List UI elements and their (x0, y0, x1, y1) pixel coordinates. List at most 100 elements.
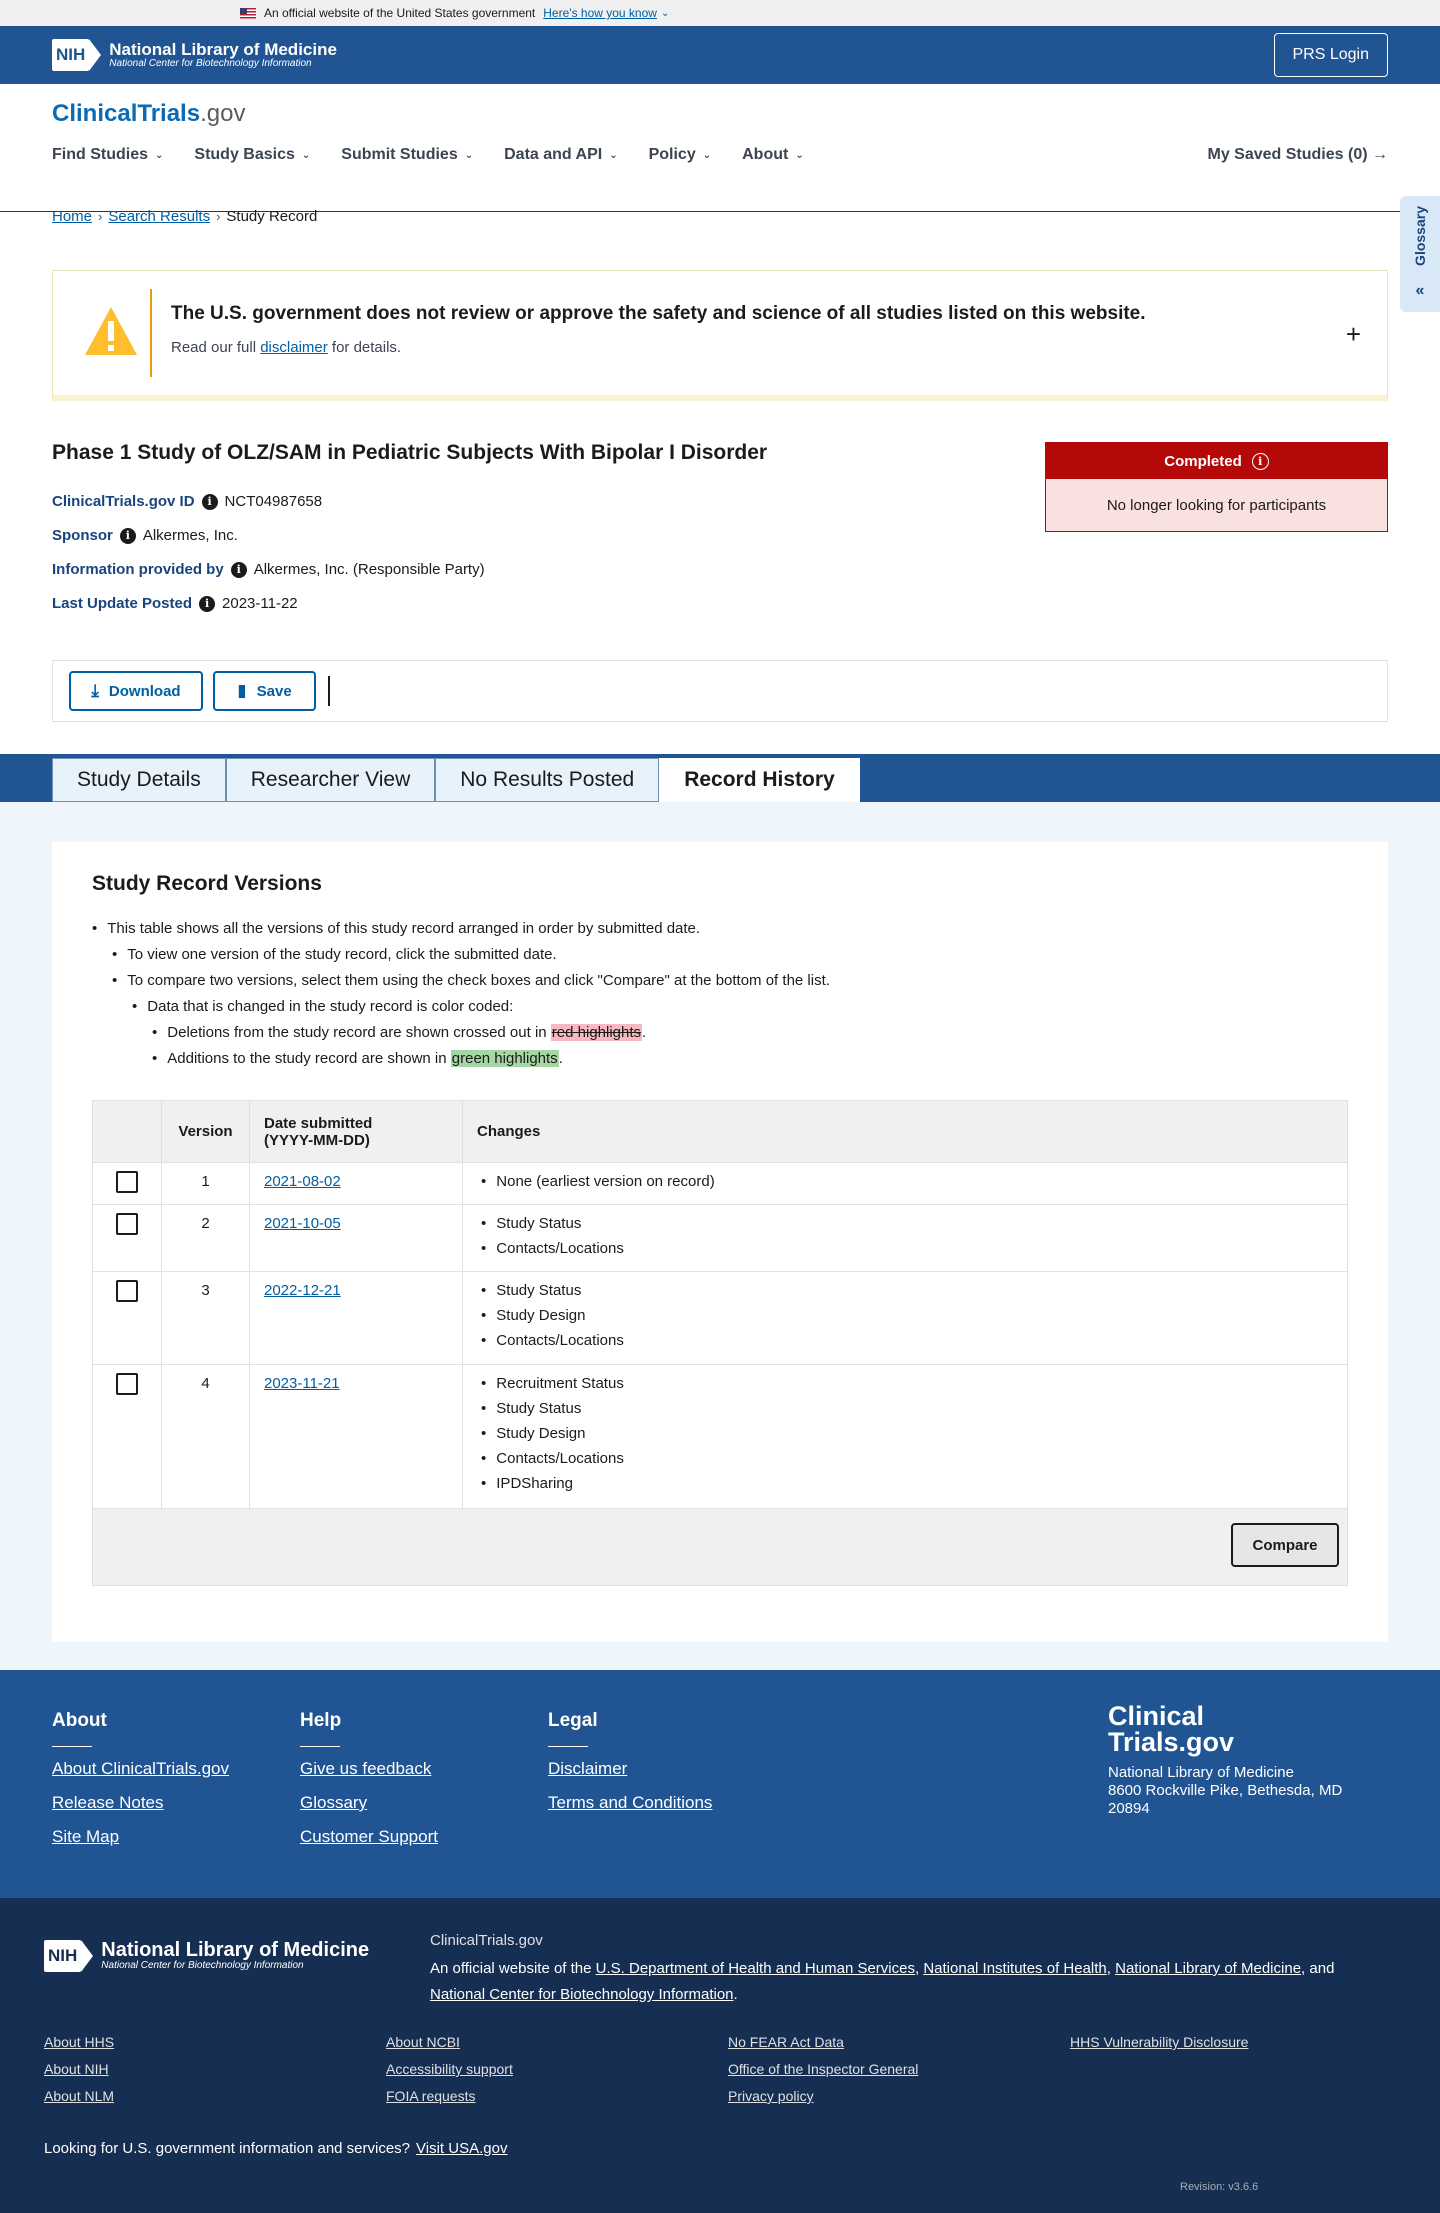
footer2-link[interactable]: About HHS (44, 2034, 114, 2050)
footer2-link[interactable]: About NCBI (386, 2034, 513, 2050)
version-number: 3 (162, 1272, 250, 1364)
footer-link[interactable]: Disclaimer (548, 1759, 712, 1779)
date-cell: 2022-12-21 (250, 1272, 463, 1364)
nlm-logo[interactable]: NIH National Library of Medicine Nationa… (52, 39, 337, 71)
footer-link[interactable]: Site Map (52, 1827, 229, 1847)
usa-gov-link[interactable]: Visit USA.gov (416, 2140, 507, 2157)
tab-record-history[interactable]: Record History (659, 758, 860, 802)
version-checkbox[interactable] (116, 1171, 138, 1193)
footer2-link[interactable]: Privacy policy (728, 2088, 918, 2104)
nav-data-and-api[interactable]: Data and API ⌄ (504, 146, 617, 164)
status-header: Completed i (1046, 443, 1387, 479)
footer2-link[interactable]: About NIH (44, 2061, 114, 2077)
section-heading: Study Record Versions (92, 872, 322, 895)
tab-study-details[interactable]: Study Details (52, 758, 226, 802)
usa-gov-row: Looking for U.S. government information … (44, 2140, 507, 2157)
table-footer: Compare (93, 1509, 1347, 1585)
expand-plus-icon[interactable]: + (1346, 319, 1361, 350)
version-checkbox[interactable] (116, 1213, 138, 1235)
footer2-link[interactable]: No FEAR Act Data (728, 2034, 918, 2050)
compare-button[interactable]: Compare (1231, 1523, 1339, 1567)
footer-link[interactable]: Terms and Conditions (548, 1793, 712, 1813)
info-bullet: This table shows all the versions of thi… (92, 920, 700, 937)
study-id-label: ClinicalTrials.gov ID (52, 493, 195, 510)
nav-find-studies[interactable]: Find Studies ⌄ (52, 146, 163, 164)
version-checkbox[interactable] (116, 1280, 138, 1302)
sponsor-value: Alkermes, Inc. (142, 527, 238, 544)
nav-study-basics[interactable]: Study Basics ⌄ (194, 146, 310, 164)
nav-submit-studies[interactable]: Submit Studies ⌄ (341, 146, 473, 164)
footer-link[interactable]: Glossary (300, 1793, 438, 1813)
version-date-link[interactable]: 2021-08-02 (264, 1173, 341, 1190)
footer2-link[interactable]: Accessibility support (386, 2061, 513, 2077)
breadcrumb-home-link[interactable]: Home (52, 208, 92, 225)
chevron-down-icon[interactable]: ⌄ (661, 8, 669, 19)
change-item: IPDSharing (477, 1471, 1333, 1496)
tab-researcher-view[interactable]: Researcher View (225, 758, 436, 802)
footer-ct-logo[interactable]: Clinical Trials.gov (1108, 1703, 1234, 1755)
disclaimer-link[interactable]: disclaimer (260, 339, 328, 356)
us-flag-icon (240, 7, 256, 19)
footer-link[interactable]: About ClinicalTrials.gov (52, 1759, 229, 1779)
heres-how-you-know-link[interactable]: Here's how you know (543, 6, 657, 20)
chevron-down-icon: ⌄ (609, 149, 618, 161)
my-saved-studies-link[interactable]: My Saved Studies (0) → (1208, 146, 1389, 164)
footer-link[interactable]: Release Notes (52, 1793, 229, 1813)
hhs-link[interactable]: U.S. Department of Health and Human Serv… (596, 1960, 915, 1977)
info-icon[interactable]: i (201, 493, 218, 510)
nav-label: About (742, 146, 789, 163)
nav-label: Data and API (504, 146, 603, 163)
footer-legal-heading: Legal (548, 1710, 598, 1731)
nav-label: Policy (648, 146, 696, 163)
bullet-text: Deletions from the study record are show… (167, 1024, 551, 1041)
save-button[interactable]: ▮ Save (213, 671, 316, 711)
version-checkbox[interactable] (116, 1373, 138, 1395)
record-versions-panel: Study Record Versions This table shows a… (52, 842, 1388, 1642)
nlm-link[interactable]: National Library of Medicine (1115, 1960, 1301, 1977)
nav-about[interactable]: About ⌄ (742, 146, 804, 164)
breadcrumb-search-results-link[interactable]: Search Results (108, 208, 210, 225)
footer2-link[interactable]: HHS Vulnerability Disclosure (1070, 2034, 1248, 2050)
footer-address: National Library of Medicine 8600 Rockvi… (1108, 1764, 1368, 1818)
version-date-link[interactable]: 2022-12-21 (264, 1282, 341, 1299)
nih-link[interactable]: National Institutes of Health (923, 1960, 1106, 1977)
info-icon[interactable]: i (119, 527, 136, 544)
clinicaltrials-logo[interactable]: ClinicalTrials.gov (52, 100, 245, 128)
info-bullet: Deletions from the study record are show… (152, 1024, 646, 1041)
footer2-link[interactable]: FOIA requests (386, 2088, 513, 2104)
download-button[interactable]: ⤓ Download (69, 671, 203, 711)
version-number: 4 (162, 1365, 250, 1508)
tab-no-results-posted[interactable]: No Results Posted (435, 758, 660, 802)
chevron-down-icon: ⌄ (795, 149, 804, 161)
chevron-down-icon: ⌄ (702, 149, 712, 161)
status-box: Completed i No longer looking for partici… (1045, 442, 1388, 532)
version-date-link[interactable]: 2021-10-05 (264, 1215, 341, 1232)
glossary-side-tab[interactable]: Glossary « (1400, 196, 1440, 312)
info-icon[interactable]: i (230, 561, 247, 578)
date-cell: 2021-08-02 (250, 1163, 463, 1204)
tab-bar: Study Details Researcher View No Results… (0, 754, 1440, 802)
info-icon[interactable]: i (1251, 452, 1269, 470)
nav-policy[interactable]: Policy ⌄ (649, 146, 712, 164)
ncbi-link[interactable]: National Center for Biotechnology Inform… (430, 1986, 734, 2003)
footer2-link[interactable]: Office of the Inspector General (728, 2061, 918, 2077)
header-select (93, 1101, 162, 1162)
header-date: Date submitted (YYYY-MM-DD) (250, 1101, 463, 1162)
action-bar: ⤓ Download ▮ Save (52, 660, 1388, 722)
change-item: Contacts/Locations (477, 1236, 1333, 1261)
official-and: and (1309, 1960, 1335, 1977)
info-icon[interactable]: i (199, 595, 216, 612)
nlm-footer-logo[interactable]: NIH National Library of Medicine Nationa… (44, 1940, 369, 1972)
header-date-line2: (YYYY-MM-DD) (264, 1131, 370, 1149)
period: . (558, 1050, 563, 1067)
footer-link[interactable]: Customer Support (300, 1827, 438, 1847)
change-item: Contacts/Locations (477, 1328, 1333, 1353)
footer-link[interactable]: Give us feedback (300, 1759, 438, 1779)
warning-icon (85, 307, 137, 355)
last-update-value: 2023-11-22 (222, 595, 298, 612)
version-date-link[interactable]: 2023-11-21 (264, 1375, 340, 1392)
footer2-link[interactable]: About NLM (44, 2088, 114, 2104)
status-detail: No longer looking for participants (1046, 479, 1387, 531)
prs-login-button[interactable]: PRS Login (1273, 33, 1388, 77)
chevron-down-icon: ⌄ (464, 149, 474, 161)
